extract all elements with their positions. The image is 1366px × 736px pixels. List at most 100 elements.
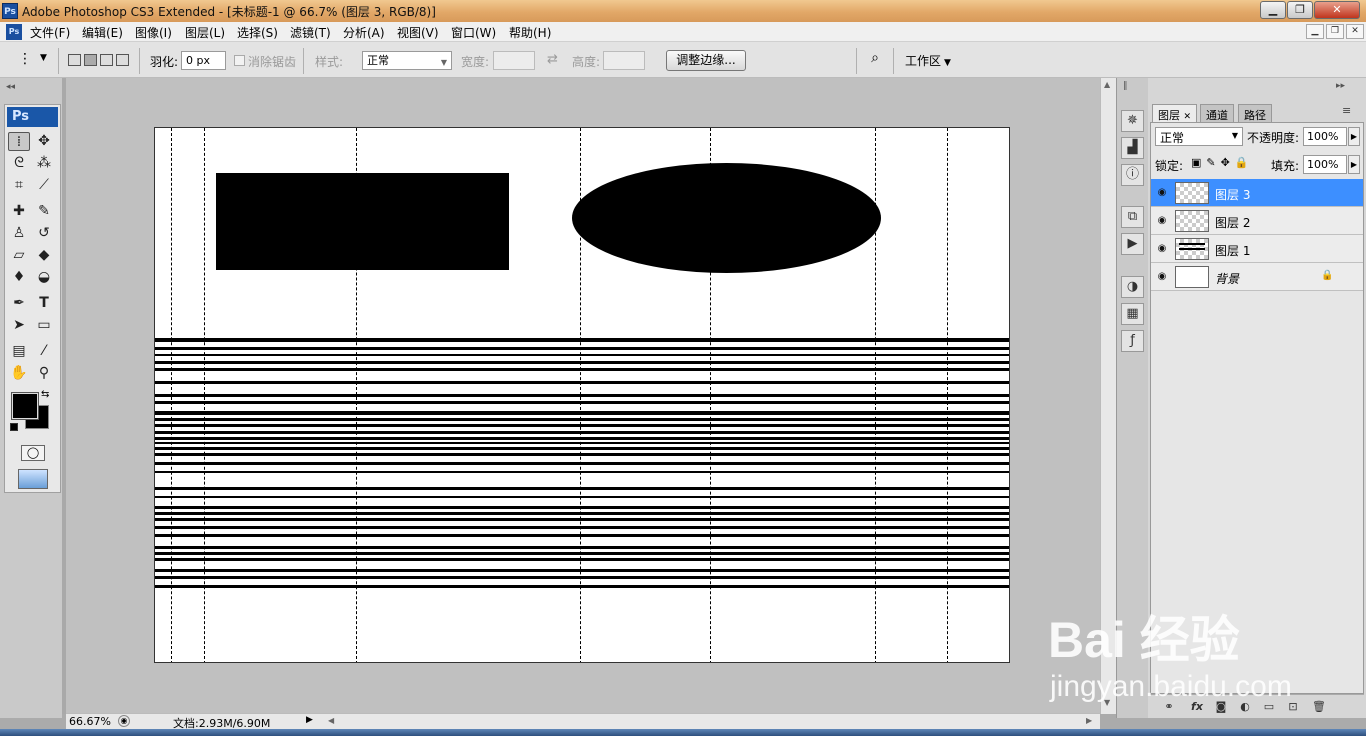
scroll-up-icon[interactable]: ▲ bbox=[1104, 80, 1110, 89]
eye-icon[interactable]: ◉ bbox=[1155, 242, 1169, 256]
menu-view[interactable]: 视图(V) bbox=[397, 24, 439, 41]
expand-arrows-icon[interactable]: ▸▸ bbox=[1336, 81, 1345, 91]
styles-icon[interactable]: ƒ bbox=[1121, 330, 1144, 352]
vertical-guide[interactable] bbox=[710, 128, 711, 662]
taskbar[interactable] bbox=[0, 729, 1366, 736]
fill-input[interactable]: 100% bbox=[1303, 155, 1347, 174]
healing-brush-tool-icon[interactable]: ✚ bbox=[8, 202, 30, 221]
menu-window[interactable]: 窗口(W) bbox=[451, 24, 496, 41]
subtract-selection-icon[interactable] bbox=[100, 54, 113, 66]
maximize-button[interactable]: ❐ bbox=[1287, 1, 1313, 19]
workspace-menu[interactable]: 工作区 ▼ bbox=[905, 52, 951, 69]
info-icon[interactable]: ⓘ bbox=[1121, 164, 1144, 186]
zoom-tool-icon[interactable]: ⚲ bbox=[33, 364, 55, 383]
swap-colors-icon[interactable]: ⇆ bbox=[41, 389, 49, 400]
dodge-tool-icon[interactable]: ◒ bbox=[33, 268, 55, 287]
height-input[interactable] bbox=[603, 51, 645, 70]
layer-name[interactable]: 图层 3 bbox=[1215, 186, 1250, 203]
pen-tool-icon[interactable]: ✒ bbox=[8, 294, 30, 313]
vertical-guide[interactable] bbox=[356, 128, 357, 662]
notes-tool-icon[interactable]: ▤ bbox=[8, 342, 30, 361]
add-selection-icon[interactable] bbox=[84, 54, 97, 66]
layer-row[interactable]: ◉ 图层 2 bbox=[1151, 207, 1363, 235]
tab-layers[interactable]: 图层 ✕ bbox=[1152, 104, 1198, 123]
fill-arrow-icon[interactable]: ▶ bbox=[1348, 155, 1360, 174]
marquee-tool-icon[interactable]: ⁞ bbox=[8, 132, 30, 151]
intersect-selection-icon[interactable] bbox=[116, 54, 129, 66]
vertical-guide[interactable] bbox=[947, 128, 948, 662]
swatches-icon[interactable]: ▦ bbox=[1121, 303, 1144, 325]
dock-grip-icon[interactable]: ‖ bbox=[1123, 81, 1128, 91]
blend-mode-select[interactable]: 正常 ▼ bbox=[1155, 127, 1243, 146]
histogram-icon[interactable]: ▟ bbox=[1121, 137, 1144, 159]
tab-channels[interactable]: 通道 bbox=[1200, 104, 1234, 123]
bridge-icon[interactable]: ⌕ bbox=[864, 50, 886, 70]
close-icon[interactable]: ✕ bbox=[1184, 112, 1192, 122]
doc-close-button[interactable]: ✕ bbox=[1346, 24, 1364, 39]
layer-name[interactable]: 图层 2 bbox=[1215, 214, 1250, 231]
tool-preset-dropdown-icon[interactable]: ▼ bbox=[40, 53, 47, 63]
tab-paths[interactable]: 路径 bbox=[1238, 104, 1272, 123]
vertical-guide[interactable] bbox=[580, 128, 581, 662]
paint-bucket-tool-icon[interactable]: ◆ bbox=[33, 246, 55, 265]
doc-restore-button[interactable]: ❐ bbox=[1326, 24, 1344, 39]
eraser-tool-icon[interactable]: ▱ bbox=[8, 246, 30, 265]
menu-file[interactable]: 文件(F) bbox=[30, 24, 70, 41]
swap-dimensions-icon[interactable]: ⇄ bbox=[547, 52, 558, 67]
default-colors-icon[interactable] bbox=[10, 423, 18, 431]
zoom-level[interactable]: 66.67% bbox=[69, 715, 111, 728]
foreground-color-swatch[interactable] bbox=[11, 392, 39, 420]
menu-filter[interactable]: 滤镜(T) bbox=[290, 24, 331, 41]
refine-edge-button[interactable]: 调整边缘... bbox=[666, 50, 746, 71]
blur-tool-icon[interactable]: ♦ bbox=[8, 268, 30, 287]
history-icon[interactable]: ⧉ bbox=[1121, 206, 1144, 228]
history-brush-tool-icon[interactable]: ↺ bbox=[33, 224, 55, 243]
lasso-tool-icon[interactable]: ᘓ bbox=[8, 154, 30, 173]
layer-row[interactable]: ◉ 背景 🔒 bbox=[1151, 263, 1363, 291]
doc-minimize-button[interactable]: ▁ bbox=[1306, 24, 1324, 39]
new-selection-icon[interactable] bbox=[68, 54, 81, 66]
status-menu-arrow-icon[interactable]: ▶ bbox=[306, 715, 313, 725]
lock-options-icons[interactable]: ▣✎✥🔒 bbox=[1191, 156, 1254, 169]
feather-input[interactable]: 0 px bbox=[181, 51, 226, 70]
opacity-arrow-icon[interactable]: ▶ bbox=[1348, 127, 1360, 146]
scroll-left-icon[interactable]: ◀ bbox=[328, 716, 334, 725]
document-icon[interactable]: Ps bbox=[6, 24, 22, 40]
layer-name[interactable]: 背景 bbox=[1215, 270, 1239, 287]
brush-tool-icon[interactable]: ✎ bbox=[33, 202, 55, 221]
collapse-arrows-icon[interactable]: ◂◂ bbox=[6, 82, 15, 92]
eye-icon[interactable]: ◉ bbox=[1155, 186, 1169, 200]
actions-icon[interactable]: ▶ bbox=[1121, 233, 1144, 255]
crop-tool-icon[interactable]: ⌗ bbox=[8, 176, 30, 195]
menu-edit[interactable]: 编辑(E) bbox=[82, 24, 123, 41]
layer-row[interactable]: ◉ 图层 1 bbox=[1151, 235, 1363, 263]
type-tool-icon[interactable]: T bbox=[33, 294, 55, 313]
navigator-icon[interactable]: ✵ bbox=[1121, 110, 1144, 132]
layer-name[interactable]: 图层 1 bbox=[1215, 242, 1250, 259]
opacity-input[interactable]: 100% bbox=[1303, 127, 1347, 146]
magic-wand-tool-icon[interactable]: ⁂ bbox=[33, 154, 55, 173]
slice-tool-icon[interactable]: ⟋ bbox=[33, 176, 55, 195]
menu-layer[interactable]: 图层(L) bbox=[185, 24, 225, 41]
clone-stamp-tool-icon[interactable]: ♙ bbox=[8, 224, 30, 243]
scroll-right-icon[interactable]: ▶ bbox=[1086, 716, 1092, 725]
antialias-checkbox[interactable] bbox=[234, 55, 245, 66]
eyedropper-tool-icon[interactable]: ⁄ bbox=[33, 342, 55, 361]
close-button[interactable]: ✕ bbox=[1314, 1, 1360, 19]
vertical-guide[interactable] bbox=[171, 128, 172, 662]
status-info-icon[interactable]: ◉ bbox=[118, 715, 130, 727]
layer-row[interactable]: ◉ 图层 3 bbox=[1151, 179, 1363, 207]
screen-mode-icon[interactable] bbox=[18, 469, 48, 489]
menu-image[interactable]: 图像(I) bbox=[135, 24, 172, 41]
path-selection-tool-icon[interactable]: ➤ bbox=[8, 316, 30, 335]
color-icon[interactable]: ◑ bbox=[1121, 276, 1144, 298]
hand-tool-icon[interactable]: ✋ bbox=[8, 364, 30, 383]
quick-mask-icon[interactable]: ◯ bbox=[21, 445, 45, 461]
eye-icon[interactable]: ◉ bbox=[1155, 214, 1169, 228]
document-canvas[interactable] bbox=[154, 127, 1010, 663]
menu-select[interactable]: 选择(S) bbox=[237, 24, 278, 41]
eye-icon[interactable]: ◉ bbox=[1155, 270, 1169, 284]
menu-analysis[interactable]: 分析(A) bbox=[343, 24, 385, 41]
tool-preset-icon[interactable]: ⋮ bbox=[18, 51, 32, 67]
vertical-guide[interactable] bbox=[204, 128, 205, 662]
